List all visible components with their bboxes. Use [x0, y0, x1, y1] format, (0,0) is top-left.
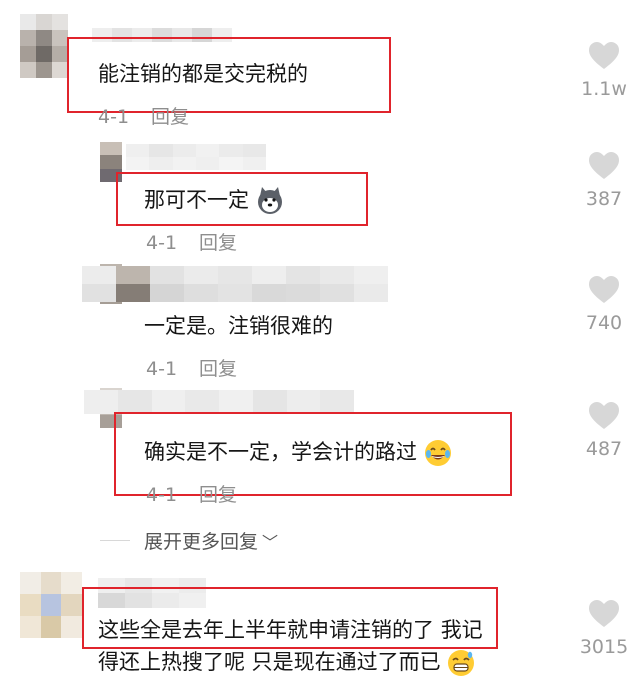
- comment-text-continued: 我记: [440, 618, 483, 642]
- like-count: 3015: [579, 636, 629, 658]
- heart-icon: [589, 152, 619, 179]
- grin-sweat-emoji: [448, 650, 475, 676]
- avatar[interactable]: [20, 14, 68, 78]
- heart-icon: [589, 42, 619, 69]
- reply-button[interactable]: 回复: [199, 232, 237, 254]
- comment-meta: 4-1 回复: [146, 354, 237, 381]
- expand-divider: [100, 540, 130, 541]
- like-button[interactable]: 387: [576, 152, 632, 210]
- like-button[interactable]: 487: [576, 402, 632, 460]
- comment-text-content: 那可不一定: [144, 188, 249, 212]
- expand-more-replies-label: 展开更多回复: [144, 531, 259, 553]
- like-button[interactable]: 1.1w: [576, 42, 632, 100]
- like-count: 1.1w: [581, 78, 627, 100]
- comment-date: 4-1: [146, 232, 178, 254]
- reply-button[interactable]: 回复: [199, 484, 237, 506]
- husky-dog-emoji: [257, 187, 282, 214]
- username-blurred[interactable]: [126, 144, 266, 170]
- reply-button[interactable]: 回复: [151, 106, 189, 128]
- comment-text-content: 确实是不一定，学会计的路过: [144, 440, 417, 464]
- like-count: 740: [585, 312, 623, 334]
- comment-text-content: 得还上热搜了呢 只是现在通过了而已: [98, 650, 441, 674]
- laugh-cry-emoji: [424, 440, 451, 466]
- comment-meta: 4-1 回复: [146, 228, 237, 255]
- comment-text-line2: 得还上热搜了呢 只是现在通过了而已: [98, 648, 475, 677]
- reply-button[interactable]: 回复: [199, 358, 237, 380]
- comment-text: 能注销的都是交完税的: [98, 62, 308, 86]
- like-button[interactable]: 3015: [576, 600, 632, 658]
- heart-icon: [589, 402, 619, 429]
- comment-date: 4-1: [98, 106, 130, 128]
- avatar[interactable]: [20, 572, 82, 638]
- like-button[interactable]: 740: [576, 276, 632, 334]
- heart-icon: [589, 276, 619, 303]
- expand-more-replies-button[interactable]: 展开更多回复 ﹀: [144, 527, 278, 554]
- username-blurred[interactable]: [84, 390, 354, 414]
- comment-meta: 4-1 回复: [146, 480, 237, 507]
- comment-text: 一定是。注销很难的: [144, 314, 333, 338]
- comment-text: 那可不一定: [144, 186, 284, 215]
- comment-date: 4-1: [146, 358, 178, 380]
- heart-icon: [589, 600, 619, 627]
- like-count: 387: [585, 188, 623, 210]
- username-blurred[interactable]: [82, 266, 388, 302]
- comment-text: 这些全是去年上半年就申请注销的了 我记: [98, 616, 483, 644]
- chevron-down-icon: ﹀: [262, 533, 279, 552]
- comment-text-highlighted: 这些全是去年上半年就申请注销的了: [98, 618, 434, 642]
- comment-date: 4-1: [146, 484, 178, 506]
- comment-text: 确实是不一定，学会计的路过: [144, 438, 452, 467]
- comment-meta: 4-1 回复: [98, 102, 189, 129]
- like-count: 487: [585, 438, 623, 460]
